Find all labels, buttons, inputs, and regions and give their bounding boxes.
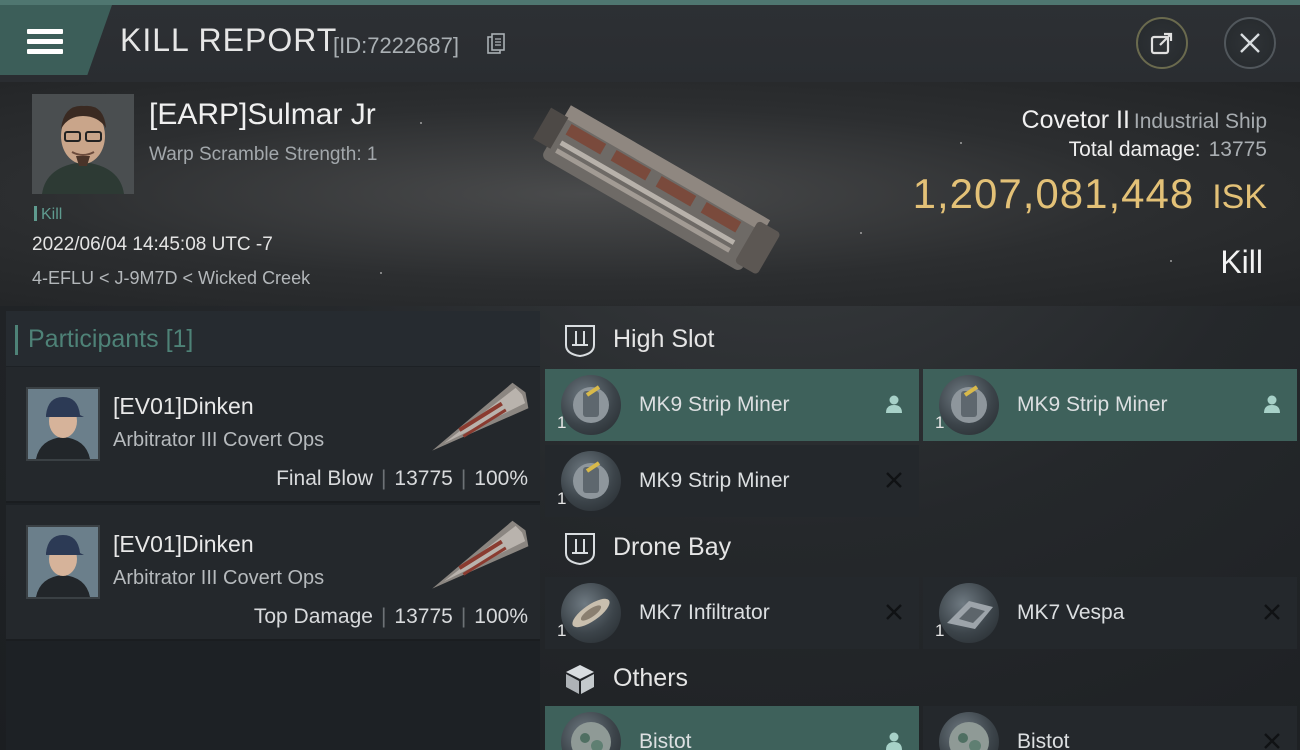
participants-count: [1] xyxy=(165,325,194,353)
total-damage: Total damage: 13775 xyxy=(1069,138,1267,162)
drone-icon xyxy=(939,583,999,643)
item-quantity: 1 xyxy=(557,413,567,432)
high-slot-header: High Slot xyxy=(545,313,1300,367)
cross-icon xyxy=(886,472,902,488)
share-icon xyxy=(1150,32,1173,55)
pilot-portrait-icon xyxy=(28,527,98,597)
pilot-portrait-icon xyxy=(28,389,98,459)
participant-stats: Final Blow | 13775 | 100% xyxy=(276,467,528,490)
victim-name[interactable]: [EARP]Sulmar Jr xyxy=(149,98,376,132)
cross-icon xyxy=(1264,604,1280,620)
header-accent-line xyxy=(0,0,1300,5)
item-name: MK7 Infiltrator xyxy=(639,601,770,624)
drone-bay-title: Drone Bay xyxy=(613,533,732,561)
item-name: MK9 Strip Miner xyxy=(1017,393,1168,416)
person-icon xyxy=(886,395,902,413)
victim-ship-image[interactable] xyxy=(508,98,798,288)
close-button[interactable] xyxy=(1224,17,1276,69)
kill-location[interactable]: 4-EFLU < J-9M7D < Wicked Creek xyxy=(32,268,310,289)
participants-label: Participants xyxy=(28,325,159,353)
high-slot-title: High Slot xyxy=(613,325,715,353)
participant-row[interactable]: [EV01]Dinken Arbitrator III Covert Ops T… xyxy=(6,505,540,641)
participant-damage: 13775 xyxy=(394,467,453,490)
menu-button[interactable] xyxy=(0,5,112,75)
isk-value: 1,207,081,448 ISK xyxy=(913,170,1267,218)
ore-icon xyxy=(561,712,621,750)
participants-panel: Participants [1] [EV01]Dinken Arbitrator… xyxy=(6,311,540,750)
pilot-portrait-icon xyxy=(32,94,134,194)
item-name: MK7 Vespa xyxy=(1017,601,1125,624)
close-icon xyxy=(1240,33,1260,53)
victim-ship-class: Industrial Ship xyxy=(1133,110,1267,133)
high-slot-item[interactable]: 1 MK9 Strip Miner xyxy=(545,369,919,441)
total-damage-value: 13775 xyxy=(1208,138,1267,161)
person-icon xyxy=(886,732,902,750)
high-slot-item[interactable]: 1 MK9 Strip Miner xyxy=(545,445,919,517)
drone-icon xyxy=(561,583,621,643)
others-item[interactable]: Bistot xyxy=(923,706,1297,750)
cross-icon xyxy=(886,604,902,620)
others-title: Others xyxy=(613,664,689,692)
item-name: Bistot xyxy=(1017,730,1070,750)
kill-report-window: KILL REPORT [ID:7222687] [EARP]Sulmar Jr… xyxy=(0,0,1300,750)
kill-tag: Kill xyxy=(34,206,62,224)
share-button[interactable] xyxy=(1136,17,1188,69)
participant-percent: 100% xyxy=(474,605,528,628)
participants-header: Participants [1] xyxy=(6,311,540,366)
participant-stats: Top Damage | 13775 | 100% xyxy=(253,605,528,628)
victim-panel: [EARP]Sulmar Jr Warp Scramble Strength: … xyxy=(0,82,1300,306)
item-name: MK9 Strip Miner xyxy=(639,393,790,416)
warp-scramble-strength: Warp Scramble Strength: 1 xyxy=(149,144,378,165)
item-name: MK9 Strip Miner xyxy=(639,469,790,492)
participant-row[interactable]: [EV01]Dinken Arbitrator III Covert Ops F… xyxy=(6,367,540,503)
kill-result: Kill xyxy=(1220,244,1263,280)
participant-percent: 100% xyxy=(474,467,528,490)
participant-ship[interactable]: Arbitrator III Covert Ops xyxy=(113,567,324,590)
participant-name[interactable]: [EV01]Dinken xyxy=(113,393,254,420)
strip-miner-icon xyxy=(939,375,999,435)
high-slot-item[interactable]: 1 MK9 Strip Miner xyxy=(923,369,1297,441)
participant-role: Final Blow xyxy=(276,467,373,490)
ore-icon xyxy=(939,712,999,750)
victim-ship-name[interactable]: Covetor II xyxy=(1022,106,1130,134)
participant-role: Top Damage xyxy=(253,605,373,628)
participant-ship[interactable]: Arbitrator III Covert Ops xyxy=(113,429,324,452)
kill-datetime: 2022/06/04 14:45:08 UTC -7 xyxy=(32,234,273,255)
copy-icon[interactable] xyxy=(487,33,505,55)
strip-miner-icon xyxy=(561,375,621,435)
victim-portrait[interactable] xyxy=(32,94,134,194)
item-name: Bistot xyxy=(639,730,692,750)
drone-bay-item[interactable]: 1 MK7 Vespa xyxy=(923,577,1297,649)
hamburger-icon xyxy=(27,29,63,55)
isk-unit: ISK xyxy=(1212,178,1267,216)
participant-avatar[interactable] xyxy=(26,387,100,461)
others-header: Others xyxy=(545,652,1300,706)
header-bar: KILL REPORT [ID:7222687] xyxy=(0,0,1300,82)
participant-name[interactable]: [EV01]Dinken xyxy=(113,531,254,558)
drone-bay-icon xyxy=(565,533,595,565)
cargo-box-icon xyxy=(566,665,594,694)
person-icon xyxy=(1264,395,1280,413)
strip-miner-icon xyxy=(561,451,621,511)
participant-damage: 13775 xyxy=(394,605,453,628)
others-item[interactable]: Bistot xyxy=(545,706,919,750)
item-quantity: 1 xyxy=(557,621,567,640)
item-quantity: 1 xyxy=(935,413,945,432)
drone-bay-header: Drone Bay xyxy=(545,521,1300,575)
drone-bay-item[interactable]: 1 MK7 Infiltrator xyxy=(545,577,919,649)
participant-ship-image xyxy=(432,382,529,451)
high-slot-icon xyxy=(565,325,595,357)
participants-title: Participants [1] xyxy=(14,325,194,355)
page-title: KILL REPORT xyxy=(120,22,338,58)
total-damage-label: Total damage: xyxy=(1068,138,1201,161)
isk-amount: 1,207,081,448 xyxy=(912,170,1195,217)
item-quantity: 1 xyxy=(935,621,945,640)
victim-ship-line: Covetor II Industrial Ship xyxy=(1022,106,1267,135)
item-quantity: 1 xyxy=(557,489,567,508)
participant-ship-image xyxy=(432,520,529,589)
cross-icon xyxy=(1264,733,1280,749)
participant-avatar[interactable] xyxy=(26,525,100,599)
report-id: [ID:7222687] xyxy=(333,33,459,58)
